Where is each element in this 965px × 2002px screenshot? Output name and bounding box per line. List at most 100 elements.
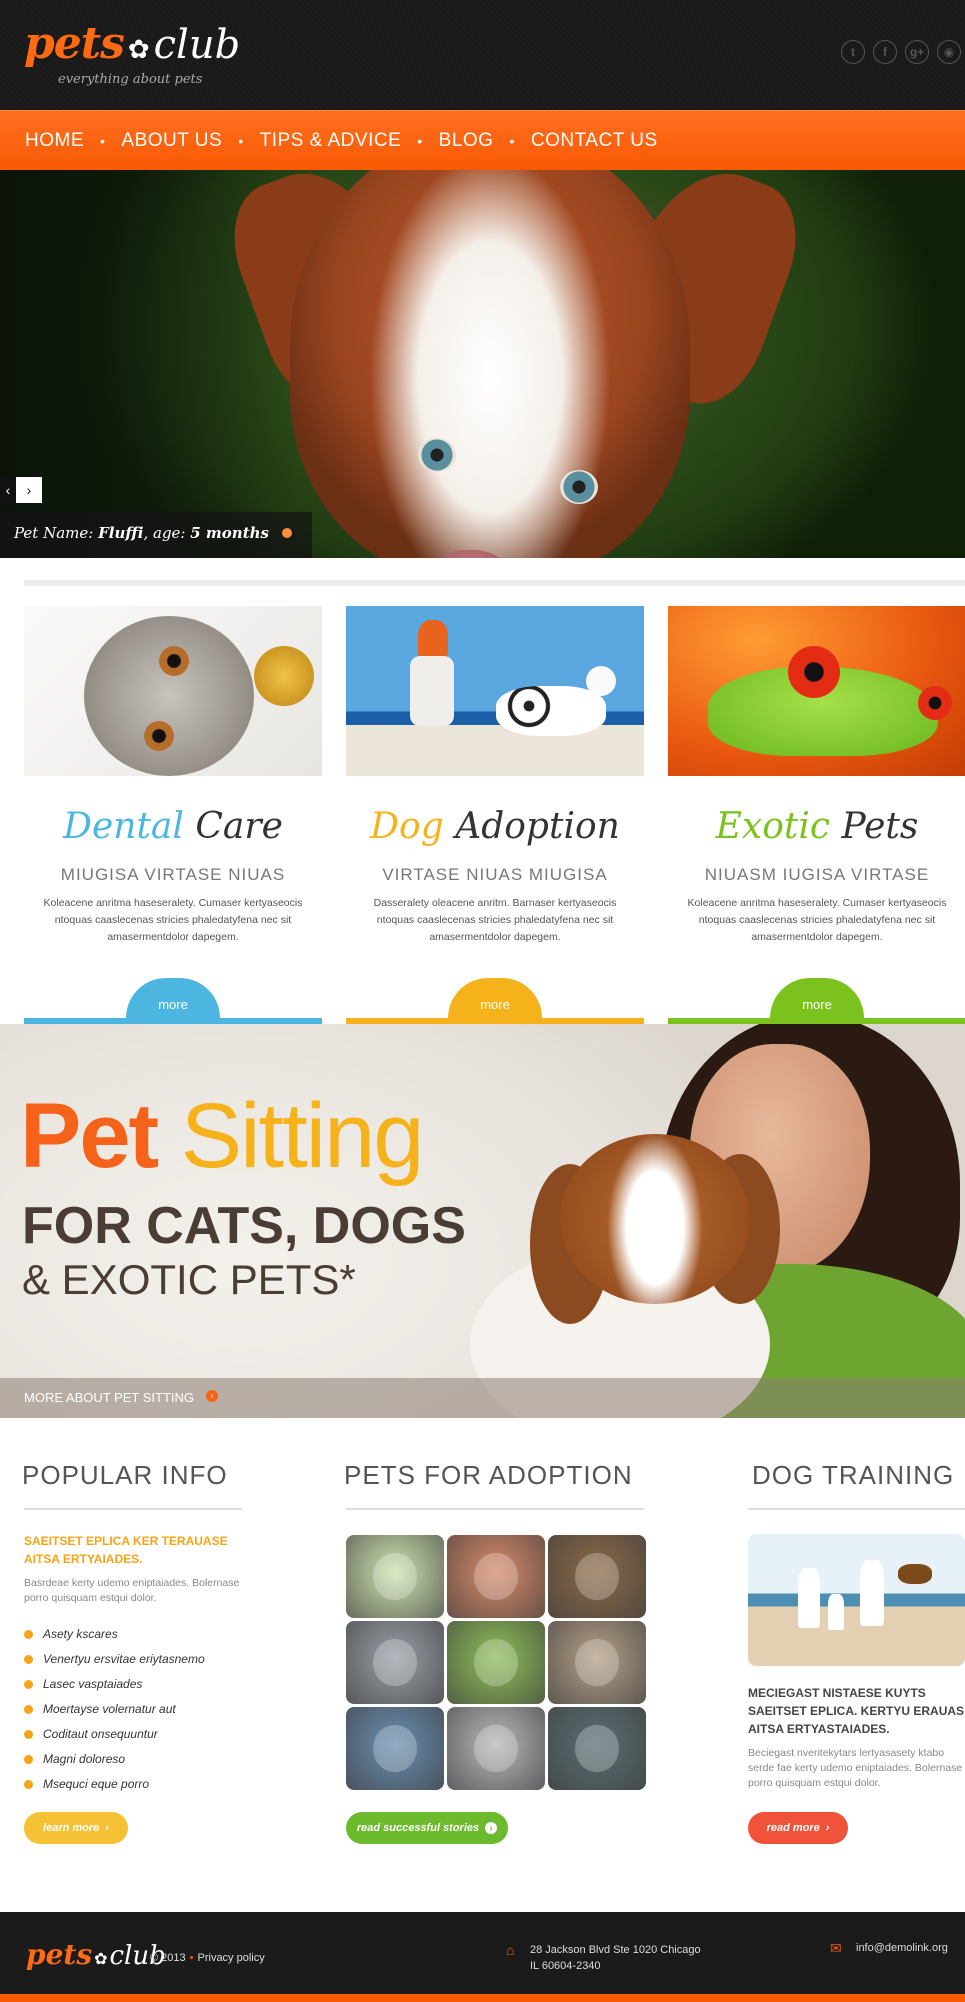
list-item-label[interactable]: Coditaut onsequuntur [43,1722,158,1747]
nav-label-tips[interactable]: TIPS & ADVICE [260,130,402,152]
section-rule [346,1508,644,1510]
banner-line-3: & EXOTIC PETS* [22,1256,356,1303]
person-figure [798,1568,820,1628]
social-links: t f g+ ◉ [841,40,961,64]
list-item[interactable]: Moertayse volernatur aut [24,1697,205,1722]
bullet-icon [24,1730,33,1739]
beach-dog-photo [346,606,644,776]
pets-for-adoption-title: PETS FOR ADOPTION [344,1460,633,1490]
rss-icon[interactable]: ◉ [937,40,961,64]
nav-item-blog[interactable]: BLOG • [439,130,531,152]
read-stories-button[interactable]: read successful stories › [346,1812,508,1844]
list-item[interactable]: Lasec vasptaiades [24,1672,205,1697]
site-logo[interactable]: pets ✿ club [24,18,240,69]
adoption-photo-grid [346,1535,646,1790]
list-item[interactable]: Asety kscares [24,1622,205,1647]
feature-title: Dental Care [24,806,322,847]
hero-slider [0,170,965,558]
feature-title-rest: Pets [830,806,919,847]
more-button[interactable]: more [448,978,542,1018]
bullet-icon [24,1780,33,1789]
caption-label: Pet Name: [14,524,94,542]
feature-dental-care: Dental Care MIUGISA VIRTASE NIUAS Koleac… [24,606,322,1024]
section-rule [24,1508,242,1510]
cat-photo [24,606,322,776]
list-item-label[interactable]: Magni doloreso [43,1747,125,1772]
pet-sitting-banner: Pet Sitting FOR CATS, DOGS & EXOTIC PETS… [0,1024,965,1418]
learn-more-button[interactable]: learn more › [24,1812,128,1844]
home-icon: ⌂ [506,1942,515,1958]
pet-thumbnail[interactable] [346,1707,444,1790]
nav-label-contact[interactable]: CONTACT US [531,130,658,152]
pet-thumbnail[interactable] [447,1707,545,1790]
feature-title-rest: Care [183,806,283,847]
site-header: pets ✿ club everything about pets t f g+ ◉ [0,0,965,110]
section-rule [748,1508,965,1510]
pet-thumbnail[interactable] [548,1707,646,1790]
feature-subtitle: MIUGISA VIRTASE NIUAS [60,865,286,884]
nav-item-tips[interactable]: TIPS & ADVICE • [260,130,439,152]
feature-title-accent: Dog [370,806,444,847]
chevron-right-icon[interactable]: › [16,477,42,503]
headline-word-pet: Pet [20,1085,159,1187]
feature-title: Dog Adoption [346,806,644,847]
read-more-button[interactable]: read more › [748,1812,848,1844]
more-button[interactable]: more [770,978,864,1018]
feature-title: Exotic Pets [668,806,965,847]
list-item[interactable]: Magni doloreso [24,1747,205,1772]
popular-info-title: POPULAR INFO [22,1460,228,1490]
banner-link-strip[interactable]: MORE ABOUT PET SITTING › [0,1378,965,1418]
footer-email[interactable]: ✉ info@demolink.org [830,1940,948,1956]
pet-age: 5 months [190,524,269,542]
pet-thumbnail[interactable] [548,1621,646,1704]
list-item-label[interactable]: Msequci eque porro [43,1772,149,1797]
pet-thumbnail[interactable] [346,1621,444,1704]
more-button[interactable]: more [126,978,220,1018]
slide-indicator[interactable] [281,528,292,538]
footer-logo[interactable]: pets ✿club [26,1938,166,1971]
pet-thumbnail[interactable] [447,1621,545,1704]
main-nav: HOME • ABOUT US • TIPS & ADVICE • BLOG • CON… [0,110,965,170]
nav-label-blog[interactable]: BLOG [439,130,494,152]
list-item-label[interactable]: Lasec vasptaiades [43,1672,142,1697]
chevron-left-icon[interactable]: ‹ [0,477,16,503]
chevron-right-icon: › [105,1822,109,1834]
facebook-icon[interactable]: f [873,40,897,64]
list-item[interactable]: Coditaut onsequuntur [24,1722,205,1747]
pet-name: Fluffi [98,524,144,542]
envelope-icon: ✉ [830,1940,842,1956]
list-item-label[interactable]: Venertyu ersvitae eriytasnemo [43,1647,205,1672]
privacy-policy-link[interactable]: Privacy policy [198,1952,265,1964]
pet-thumbnail[interactable] [548,1535,646,1618]
list-item-label[interactable]: Asety kscares [43,1622,118,1647]
pet-thumbnail[interactable] [447,1535,545,1618]
banner-headline: Pet Sitting [20,1084,424,1189]
email-link[interactable]: info@demolink.org [856,1942,948,1954]
nav-label-about[interactable]: ABOUT US [121,130,222,152]
button-label[interactable]: learn more [43,1822,99,1834]
bullet-icon [24,1705,33,1714]
list-item[interactable]: Msequci eque porro [24,1772,205,1797]
list-item-label[interactable]: Moertayse volernatur aut [43,1697,176,1722]
age-label: , age: [143,524,186,542]
nav-item-home[interactable]: HOME • [25,130,121,152]
twitter-icon[interactable]: t [841,40,865,64]
feature-subtitle: NIUASM IUGISA VIRTASE [704,865,930,884]
button-label[interactable]: read successful stories [357,1822,479,1834]
feature-title-accent: Exotic [715,806,831,847]
pet-thumbnail[interactable] [346,1535,444,1618]
arrow-right-icon[interactable]: › [206,1390,218,1402]
nav-label-home[interactable]: HOME [25,130,84,152]
list-item[interactable]: Venertyu ersvitae eriytasnemo [24,1647,205,1672]
banner-link[interactable]: MORE ABOUT PET SITTING [24,1390,194,1405]
nav-separator: • [100,133,106,149]
paw-icon: ✿ [127,34,150,64]
google-plus-icon[interactable]: g+ [905,40,929,64]
logo-tagline: everything about pets [58,72,203,87]
nav-item-contact[interactable]: CONTACT US [531,130,658,152]
nav-item-about[interactable]: ABOUT US • [121,130,259,152]
feature-text: Koleacene anritma haseseralety. Cumaser … [43,897,303,943]
button-label[interactable]: read more [767,1822,820,1834]
spaniel-head [560,1134,750,1304]
feature-title-accent: Dental [63,806,184,847]
